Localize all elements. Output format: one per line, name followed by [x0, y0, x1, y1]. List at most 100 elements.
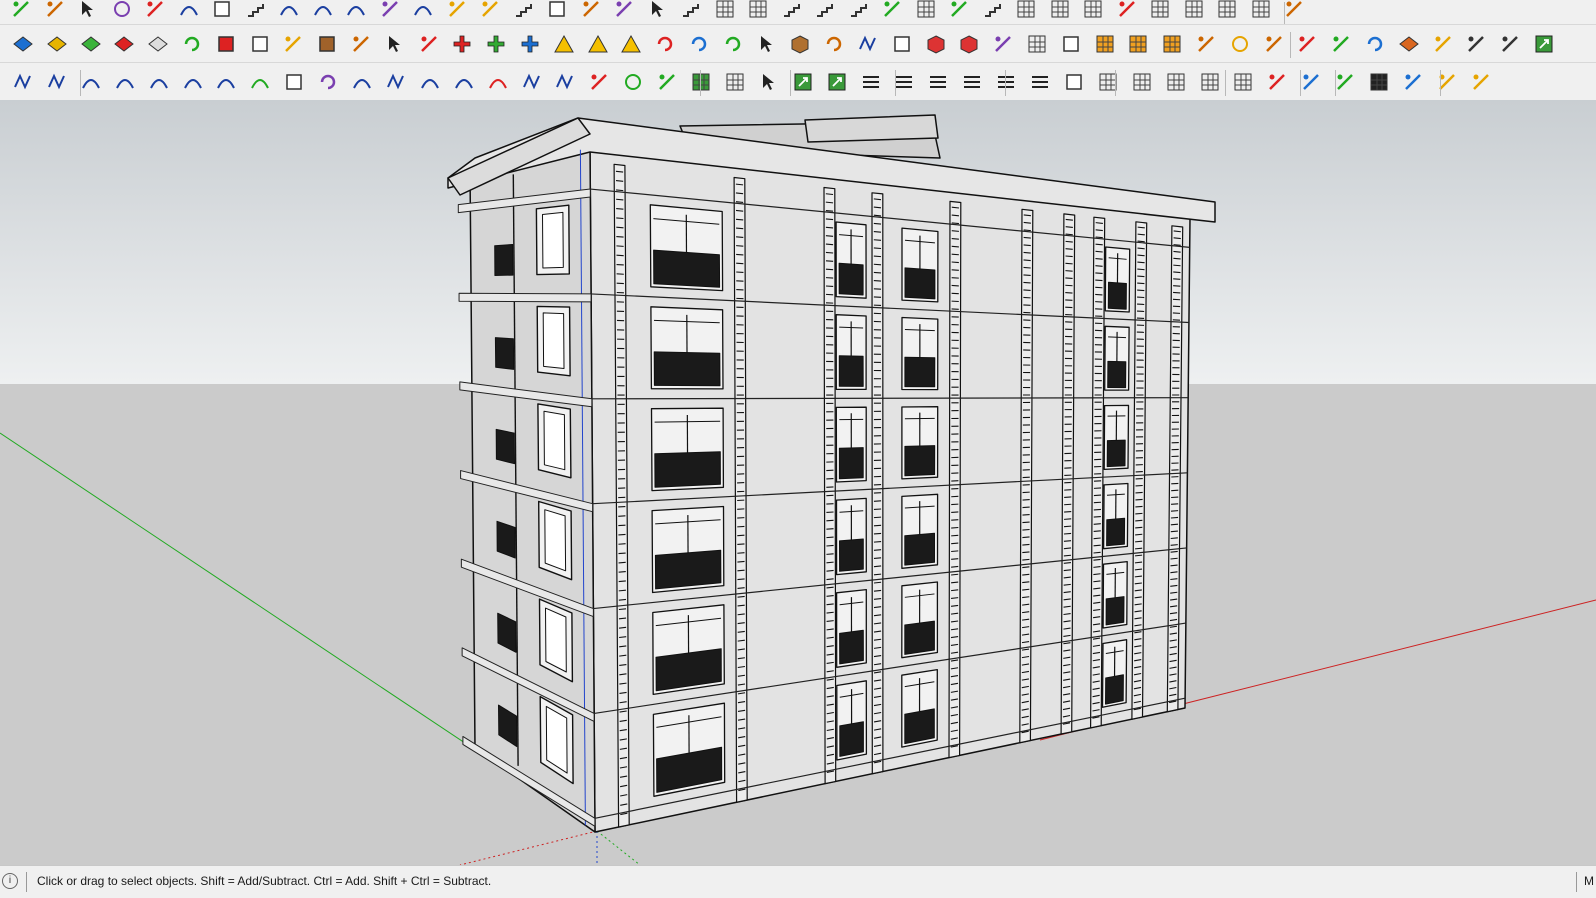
- arc-icon[interactable]: [419, 71, 441, 93]
- grid-orange-icon[interactable]: [1161, 33, 1183, 55]
- hand-icon[interactable]: [1499, 33, 1521, 55]
- frame-icon[interactable]: [1060, 33, 1082, 55]
- arrows-icon[interactable]: [384, 33, 406, 55]
- diamond-red-icon[interactable]: [113, 33, 135, 55]
- diamond-orange-icon[interactable]: [1398, 33, 1420, 55]
- green-shape-icon[interactable]: [857, 33, 879, 55]
- zigzag-icon[interactable]: [385, 71, 407, 93]
- tile-black-icon[interactable]: [1368, 71, 1390, 93]
- cursor-icon[interactable]: [758, 71, 780, 93]
- arc-icon[interactable]: [453, 71, 475, 93]
- cloud-icon[interactable]: [144, 0, 166, 20]
- bucket-icon[interactable]: [881, 0, 903, 20]
- stair-icon[interactable]: [848, 0, 870, 20]
- rotate-icon[interactable]: [181, 33, 203, 55]
- grid-box-icon[interactable]: [1199, 71, 1221, 93]
- arc-icon[interactable]: [312, 0, 334, 20]
- arc-green-icon[interactable]: [249, 71, 271, 93]
- select-arrow-icon[interactable]: [77, 0, 99, 20]
- dots-icon[interactable]: [418, 33, 440, 55]
- ruler-icon[interactable]: [479, 0, 501, 20]
- diamond-blue-icon[interactable]: [12, 33, 34, 55]
- loop-icon[interactable]: [654, 33, 676, 55]
- gavel-icon[interactable]: [1465, 33, 1487, 55]
- shape-icon[interactable]: [12, 71, 34, 93]
- copy-icon[interactable]: [1470, 71, 1492, 93]
- bracket-icon[interactable]: [1330, 33, 1352, 55]
- curve-icon[interactable]: [114, 71, 136, 93]
- eraser-icon[interactable]: [44, 0, 66, 20]
- curve-icon[interactable]: [178, 0, 200, 20]
- hatch-icon[interactable]: [1216, 0, 1238, 20]
- spiral-icon[interactable]: [317, 71, 339, 93]
- page-icon[interactable]: [948, 0, 970, 20]
- section-icon[interactable]: [1334, 71, 1356, 93]
- grid-box-icon[interactable]: [1232, 71, 1254, 93]
- polygon-icon[interactable]: [46, 71, 68, 93]
- hatch-icon[interactable]: [1250, 0, 1272, 20]
- plus-green-icon[interactable]: [485, 33, 507, 55]
- cube-red-icon[interactable]: [925, 33, 947, 55]
- warning-icon[interactable]: [620, 33, 642, 55]
- bezier-icon[interactable]: [148, 71, 170, 93]
- hatch-icon[interactable]: [1183, 0, 1205, 20]
- arc-icon[interactable]: [351, 71, 373, 93]
- triangle-icon[interactable]: [587, 33, 609, 55]
- red-gem-icon[interactable]: [992, 33, 1014, 55]
- wave-icon[interactable]: [215, 71, 237, 93]
- rectangle-icon[interactable]: [283, 71, 305, 93]
- copy-icon[interactable]: [1402, 71, 1424, 93]
- curve-icon[interactable]: [80, 71, 102, 93]
- box-icon[interactable]: [211, 0, 233, 20]
- cross-blue-icon[interactable]: [519, 33, 541, 55]
- curve-icon[interactable]: [412, 0, 434, 20]
- panel-icon[interactable]: [249, 33, 271, 55]
- arrow-curve-icon[interactable]: [278, 0, 300, 20]
- wall-icon[interactable]: [1116, 0, 1138, 20]
- house-icon[interactable]: [1432, 33, 1454, 55]
- scale-up-icon[interactable]: [792, 71, 814, 93]
- wireframe-icon[interactable]: [546, 0, 568, 20]
- move-icon[interactable]: [756, 33, 778, 55]
- line-icon[interactable]: [379, 0, 401, 20]
- circle-dots-icon[interactable]: [1229, 33, 1251, 55]
- pencil-icon[interactable]: [1296, 33, 1318, 55]
- orbit-icon[interactable]: [111, 0, 133, 20]
- tile-green-icon[interactable]: [690, 71, 712, 93]
- stack-icon[interactable]: [680, 0, 702, 20]
- curve-icon[interactable]: [182, 71, 204, 93]
- scale-icon[interactable]: [1533, 33, 1555, 55]
- hand-icon[interactable]: [1283, 0, 1305, 20]
- modeling-viewport[interactable]: [0, 100, 1596, 865]
- stack-icon[interactable]: [513, 0, 535, 20]
- section-icon[interactable]: [1266, 71, 1288, 93]
- grid-orange-icon[interactable]: [1094, 33, 1116, 55]
- hatch-icon[interactable]: [714, 0, 736, 20]
- grid-icon[interactable]: [1026, 33, 1048, 55]
- dash-add-icon[interactable]: [995, 71, 1017, 93]
- cube-red-icon[interactable]: [958, 33, 980, 55]
- page-icon[interactable]: [613, 0, 635, 20]
- arrow-down-icon[interactable]: [647, 0, 669, 20]
- dash-remove-icon[interactable]: [1029, 71, 1051, 93]
- building-model[interactable]: [447, 114, 1216, 833]
- rail-icon[interactable]: [982, 0, 1004, 20]
- wrench-icon[interactable]: [588, 71, 610, 93]
- box-icon[interactable]: [891, 33, 913, 55]
- hatch-icon[interactable]: [1149, 0, 1171, 20]
- diamond-white-icon[interactable]: [147, 33, 169, 55]
- hatch-icon[interactable]: [915, 0, 937, 20]
- grid-box-icon[interactable]: [1131, 71, 1153, 93]
- hatch-icon[interactable]: [1049, 0, 1071, 20]
- sector-icon[interactable]: [656, 71, 678, 93]
- scatter-icon[interactable]: [1195, 33, 1217, 55]
- plus-red-icon[interactable]: [451, 33, 473, 55]
- hand-icon[interactable]: [580, 0, 602, 20]
- diamond-green-icon[interactable]: [80, 33, 102, 55]
- arc-icon[interactable]: [345, 0, 367, 20]
- grid-icon[interactable]: [1015, 0, 1037, 20]
- hatch-icon[interactable]: [1082, 0, 1104, 20]
- dash-icon[interactable]: [961, 71, 983, 93]
- flag-icon[interactable]: [282, 33, 304, 55]
- info-icon[interactable]: i: [2, 873, 18, 889]
